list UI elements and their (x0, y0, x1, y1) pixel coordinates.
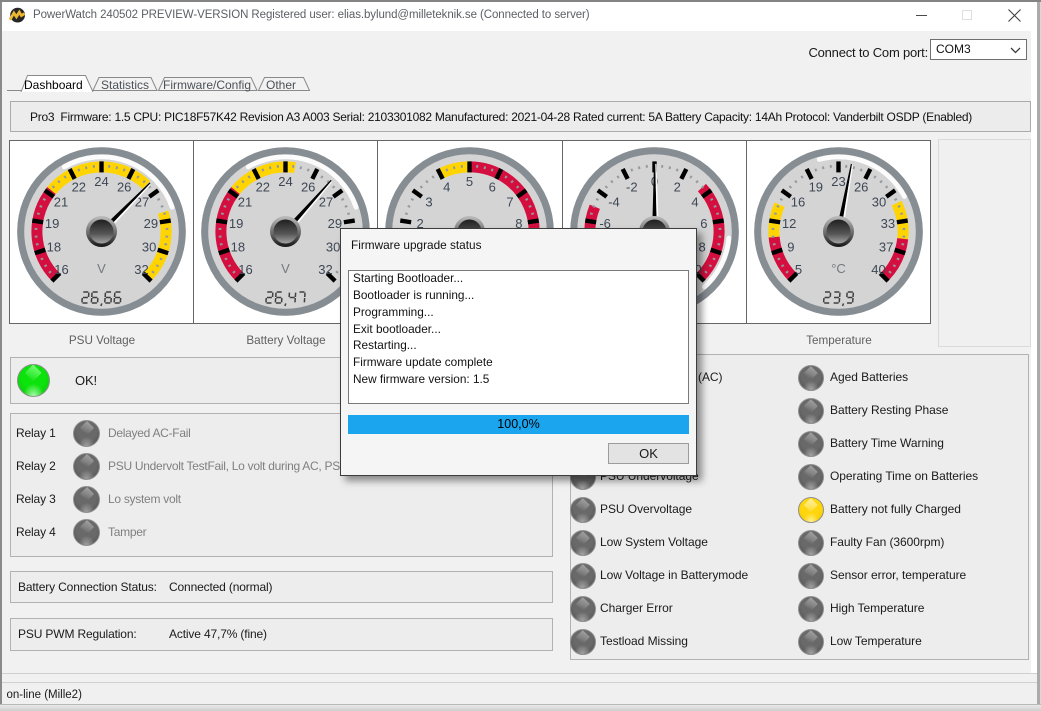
svg-text:V: V (97, 261, 106, 276)
svg-text:16: 16 (791, 195, 805, 210)
svg-text:22: 22 (72, 179, 86, 194)
svg-text:26: 26 (117, 179, 131, 194)
svg-text:30: 30 (326, 240, 340, 255)
svg-text:19: 19 (229, 216, 243, 231)
svg-text:26: 26 (854, 179, 868, 194)
svg-text:12: 12 (782, 216, 796, 231)
svg-text:8: 8 (698, 240, 705, 255)
svg-text:32: 32 (318, 262, 332, 277)
svg-text:19: 19 (45, 216, 59, 231)
svg-text:4: 4 (444, 179, 451, 194)
svg-text:23: 23 (831, 174, 845, 189)
svg-text:6: 6 (700, 216, 707, 231)
svg-text:30: 30 (872, 195, 886, 210)
svg-text:18: 18 (47, 240, 61, 255)
svg-text:4: 4 (691, 195, 698, 210)
svg-text:2: 2 (673, 179, 680, 194)
svg-text:24: 24 (94, 174, 108, 189)
svg-text:27: 27 (319, 195, 333, 210)
svg-text:19: 19 (808, 179, 822, 194)
svg-text:5: 5 (466, 174, 473, 189)
svg-text:3: 3 (426, 195, 433, 210)
svg-text:30: 30 (142, 240, 156, 255)
svg-text:16: 16 (54, 262, 68, 277)
svg-text:21: 21 (238, 195, 252, 210)
svg-text:29: 29 (144, 216, 158, 231)
svg-text:24: 24 (278, 174, 292, 189)
svg-text:33: 33 (880, 216, 894, 231)
svg-text:37: 37 (879, 240, 893, 255)
svg-text:-4: -4 (608, 195, 620, 210)
svg-text:32: 32 (134, 262, 148, 277)
svg-text:26: 26 (301, 179, 315, 194)
svg-text:-2: -2 (626, 179, 638, 194)
svg-text:40: 40 (871, 262, 885, 277)
svg-text:6: 6 (489, 179, 496, 194)
svg-text:°C: °C (831, 261, 846, 276)
svg-text:16: 16 (238, 262, 252, 277)
svg-text:18: 18 (231, 240, 245, 255)
svg-text:21: 21 (54, 195, 68, 210)
svg-text:9: 9 (787, 240, 794, 255)
svg-text:7: 7 (507, 195, 514, 210)
svg-text:22: 22 (256, 179, 270, 194)
svg-text:V: V (281, 261, 290, 276)
svg-text:5: 5 (795, 262, 802, 277)
